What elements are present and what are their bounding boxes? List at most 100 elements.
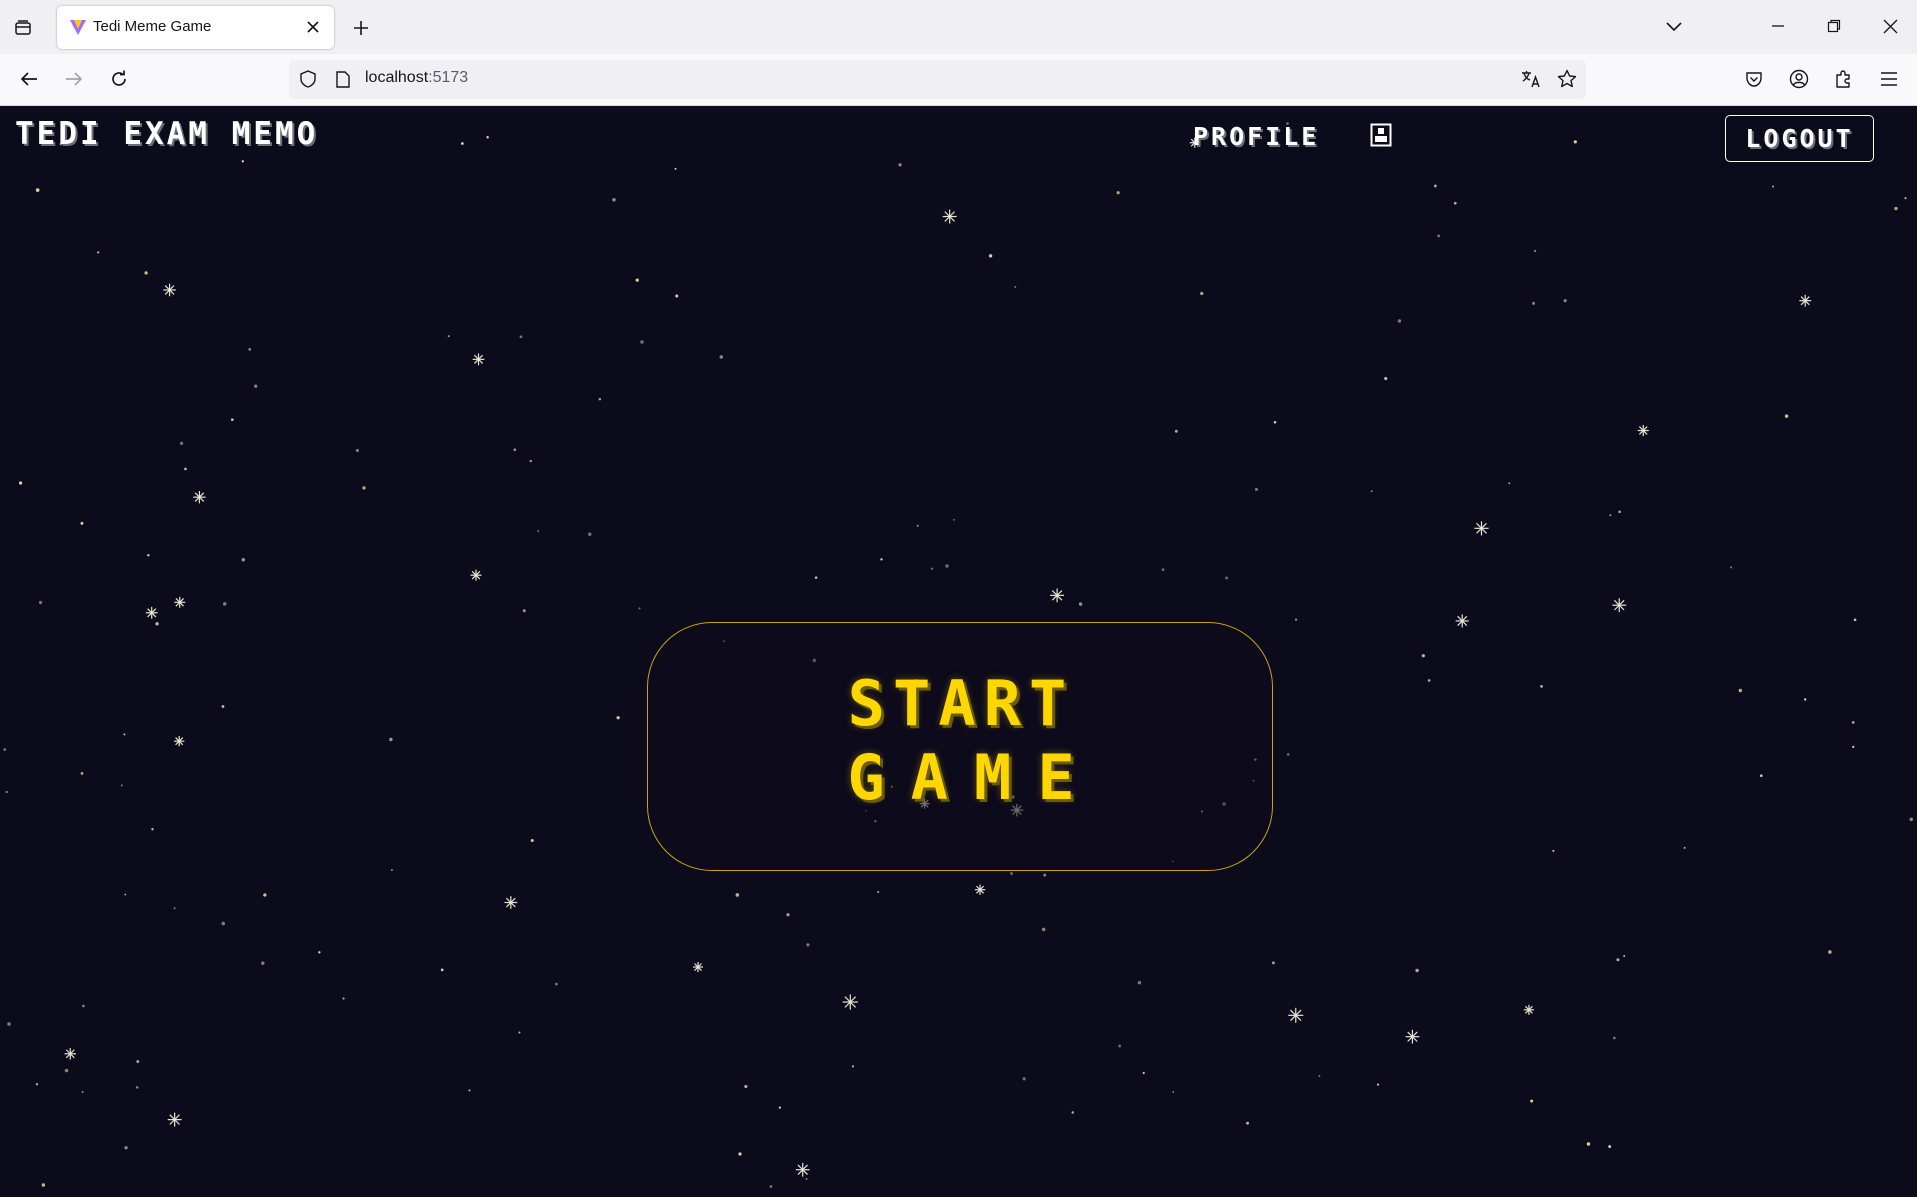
- star-dot: [230, 418, 234, 422]
- star-dot: [805, 1178, 808, 1180]
- star-dot: [35, 188, 40, 192]
- star-dot: [1803, 698, 1807, 701]
- star-sparkle: [942, 209, 957, 224]
- star-dot: [1254, 487, 1258, 491]
- site-logo[interactable]: TEDI EXAM MEMO: [15, 116, 318, 152]
- star-dot: [1421, 654, 1425, 658]
- star-dot: [1784, 414, 1789, 418]
- star-dot: [786, 913, 790, 917]
- star-dot: [173, 907, 176, 910]
- star-dot: [80, 521, 84, 525]
- star-dot: [1852, 745, 1855, 749]
- star-dot: [147, 553, 150, 557]
- star-dot: [221, 921, 226, 926]
- star-dot: [1071, 1111, 1074, 1114]
- browser-tab-strip: Tedi Meme Game: [0, 0, 1917, 54]
- star-dot: [719, 355, 724, 359]
- star-dot: [945, 564, 949, 568]
- star-dot: [916, 524, 919, 527]
- star-dot: [638, 607, 641, 610]
- star-sparkle: [1523, 1004, 1534, 1015]
- star-dot: [1772, 185, 1775, 188]
- profile-icon[interactable]: [1370, 123, 1392, 147]
- start-game-button[interactable]: START GAME: [647, 622, 1273, 871]
- star-dot: [1894, 206, 1898, 211]
- star-dot: [81, 1091, 84, 1094]
- star-dot: [513, 448, 517, 452]
- star-dot: [1397, 319, 1402, 323]
- star-dot: [1623, 955, 1626, 958]
- menu-icon[interactable]: [1876, 66, 1902, 92]
- star-dot: [1540, 684, 1543, 688]
- profile-link[interactable]: PROFILE: [1193, 122, 1319, 151]
- pocket-icon[interactable]: [1741, 66, 1767, 92]
- star-dot: [952, 518, 955, 521]
- star-sparkle: [193, 490, 206, 504]
- star-dot: [1137, 980, 1142, 985]
- tab-overview-icon[interactable]: [10, 15, 36, 41]
- page-icon[interactable]: [331, 67, 355, 91]
- star-sparkle: [693, 961, 704, 973]
- address-bar[interactable]: [289, 60, 1586, 99]
- star-dot: [318, 951, 321, 954]
- star-dot: [1904, 197, 1907, 200]
- star-dot: [263, 893, 267, 897]
- shield-icon[interactable]: [296, 67, 320, 91]
- star-dot: [1586, 1142, 1591, 1146]
- star-dot: [1225, 576, 1229, 580]
- star-sparkle: [1474, 521, 1489, 536]
- star-dot: [1384, 376, 1388, 381]
- browser-tab-active[interactable]: Tedi Meme Game: [57, 6, 334, 49]
- star-dot: [1014, 285, 1017, 288]
- star-dot: [1010, 872, 1014, 875]
- star-dot: [851, 1065, 855, 1068]
- star-sparkle: [1288, 1007, 1304, 1023]
- star-sparkle: [795, 1162, 810, 1177]
- star-dot: [1118, 1044, 1122, 1048]
- star-dot: [988, 254, 993, 258]
- star-dot: [184, 467, 187, 471]
- star-dot: [1116, 191, 1120, 195]
- back-icon[interactable]: [14, 64, 44, 94]
- star-dot: [1609, 514, 1612, 517]
- star-dot: [241, 558, 245, 562]
- star-dot: [537, 530, 540, 533]
- star-dot: [1142, 1071, 1145, 1075]
- list-all-tabs-icon[interactable]: [1660, 13, 1688, 41]
- start-game-label-line2: GAME: [847, 741, 1101, 814]
- star-dot: [1427, 679, 1431, 682]
- star-sparkle: [64, 1048, 77, 1060]
- star-dot: [155, 622, 159, 626]
- star-dot: [1041, 927, 1046, 932]
- star-dot: [1078, 602, 1083, 606]
- minimize-icon[interactable]: [1764, 12, 1792, 40]
- star-dot: [1453, 201, 1457, 205]
- forward-icon[interactable]: [59, 64, 89, 94]
- logout-button[interactable]: LOGOUT: [1725, 115, 1874, 162]
- star-dot: [1608, 1145, 1612, 1148]
- star-sparkle: [1612, 598, 1627, 613]
- star-dot: [222, 602, 227, 606]
- close-window-icon[interactable]: [1876, 12, 1904, 40]
- bookmark-star-icon[interactable]: [1554, 66, 1580, 92]
- tab-close-icon[interactable]: [302, 16, 324, 38]
- new-tab-icon[interactable]: [347, 14, 375, 42]
- star-dot: [1273, 420, 1277, 424]
- star-dot: [880, 558, 883, 561]
- account-icon[interactable]: [1786, 66, 1812, 92]
- extensions-icon[interactable]: [1831, 66, 1857, 92]
- star-dot: [814, 576, 818, 579]
- translate-icon[interactable]: [1518, 66, 1544, 92]
- star-sparkle: [1637, 424, 1649, 437]
- star-dot: [38, 600, 43, 605]
- star-dot: [248, 348, 252, 351]
- star-dot: [1161, 568, 1165, 572]
- restore-icon[interactable]: [1820, 12, 1848, 40]
- reload-icon[interactable]: [104, 64, 134, 94]
- star-dot: [554, 982, 558, 986]
- url-text[interactable]: localhost:5173: [365, 69, 468, 87]
- star-dot: [1370, 490, 1373, 493]
- star-dot: [587, 532, 592, 536]
- star-dot: [1022, 1077, 1026, 1081]
- star-sparkle: [1455, 614, 1469, 628]
